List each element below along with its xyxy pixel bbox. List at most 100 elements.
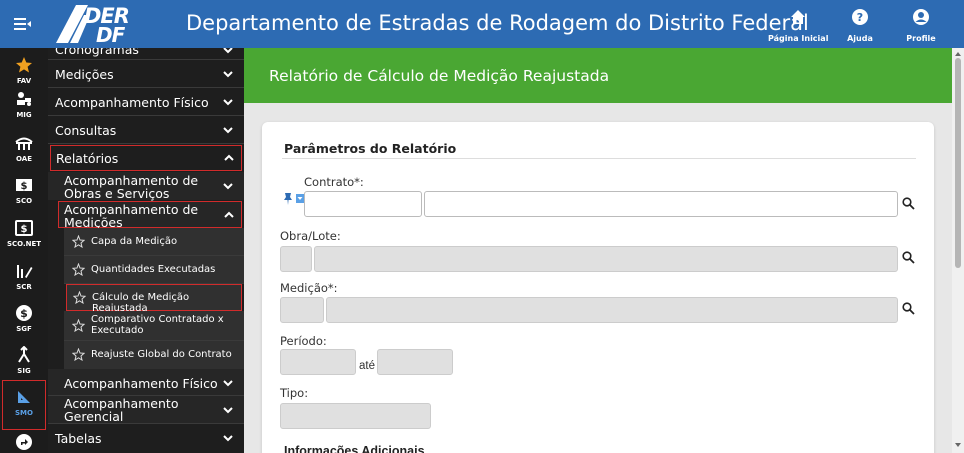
- scroll-up-icon[interactable]: [954, 50, 962, 58]
- chevron-down-icon: [223, 380, 233, 387]
- medicao-label: Medição*:: [280, 281, 338, 295]
- chart-pencil-icon: [17, 265, 33, 278]
- search-icon[interactable]: [902, 251, 915, 264]
- sidebar-menu: Cronogramas Medições Acompanhamento Físi…: [48, 48, 244, 453]
- sidebar-item-acompanhamento-obras[interactable]: Acompanhamento de Obras e Serviços: [48, 172, 244, 200]
- sidebar-item-acompanhamento-medicoes[interactable]: Acompanhamento de Medições: [58, 201, 242, 229]
- app-header: DER DF Departamento de Estradas de Rodag…: [0, 0, 964, 48]
- section-title: Parâmetros do Relatório: [284, 141, 457, 156]
- sidebar-item-relatorios[interactable]: Relatórios: [50, 145, 242, 171]
- chevron-up-icon: [224, 211, 234, 218]
- contrato-code-input[interactable]: [304, 191, 422, 217]
- help-button[interactable]: ? Ajuda: [830, 8, 890, 46]
- scroll-thumb[interactable]: [955, 58, 961, 268]
- svg-text:$: $: [21, 224, 28, 235]
- home-button[interactable]: Página Inicial: [768, 8, 828, 46]
- sidebar-item-medicoes[interactable]: Medições: [48, 60, 244, 88]
- sidebar-item-acompanhamento-fisico-rel[interactable]: Acompanhamento Físico: [48, 369, 244, 396]
- periodo-from-input[interactable]: [280, 349, 356, 375]
- rail-item-sco-net[interactable]: $ SCO.NET: [0, 219, 48, 248]
- page-title: Relatório de Cálculo de Medição Reajusta…: [269, 67, 610, 85]
- chevron-down-icon: [223, 435, 233, 442]
- rail-item-smo[interactable]: SMO: [2, 380, 46, 430]
- additional-info-title: Informações Adicionais: [284, 444, 425, 453]
- chevron-down-icon: [223, 48, 233, 54]
- sidebar-item-capa-medicao[interactable]: Capa da Medição: [64, 228, 244, 256]
- bridge-icon: [15, 137, 33, 150]
- fork-icon: [18, 346, 30, 363]
- chevron-down-icon: [223, 127, 233, 134]
- chevron-down-icon: [223, 183, 233, 190]
- star-outline-icon: [72, 319, 85, 332]
- chevron-down-icon: [223, 407, 233, 414]
- help-icon: ?: [852, 9, 868, 25]
- chevron-up-icon: [224, 154, 234, 161]
- money-icon: $: [16, 179, 32, 192]
- sidebar-item-consultas[interactable]: Consultas: [48, 116, 244, 144]
- rail-item-sco[interactable]: $ SCO: [0, 176, 48, 205]
- svg-text:$: $: [21, 181, 28, 192]
- periodo-to-input[interactable]: [377, 349, 453, 375]
- sidebar-item-quantidades-executadas[interactable]: Quantidades Executadas: [64, 256, 244, 284]
- obra-label: Obra/Lote:: [280, 229, 341, 243]
- contrato-label: Contrato*:: [304, 175, 364, 189]
- svg-text:?: ?: [857, 11, 863, 24]
- rail-item-oae[interactable]: OAE: [0, 134, 48, 163]
- svg-text:$: $: [20, 307, 28, 320]
- truck-icon: [17, 92, 31, 106]
- rail-item-mig[interactable]: MIG: [0, 90, 48, 119]
- page-scrollbar[interactable]: [952, 48, 964, 453]
- app-title: Departamento de Estradas de Rodagem do D…: [186, 11, 809, 35]
- sidebar-item-comparativo[interactable]: Comparativo Contratado x Executado: [64, 311, 244, 341]
- profile-button-label: Profile: [906, 34, 936, 43]
- sidebar-item-acompanhamento-fisico[interactable]: Acompanhamento Físico: [48, 88, 244, 116]
- hamburger-icon[interactable]: [12, 14, 34, 34]
- obra-name-input[interactable]: [314, 246, 898, 272]
- contrato-name-input[interactable]: [424, 191, 898, 217]
- periodo-separator: até: [359, 360, 375, 372]
- chevron-down-icon: [223, 71, 233, 78]
- star-icon: [16, 57, 32, 73]
- tipo-label: Tipo:: [280, 386, 309, 400]
- report-parameters-card: Parâmetros do Relatório Contrato*: Obra/…: [262, 122, 934, 453]
- direction-icon: [16, 434, 32, 450]
- page-banner: Relatório de Cálculo de Medição Reajusta…: [244, 48, 952, 103]
- rail-item-scr[interactable]: SCR: [0, 262, 48, 291]
- logo-text-df: DF: [96, 23, 125, 47]
- pin-icon[interactable]: [282, 192, 306, 206]
- periodo-label: Período:: [280, 334, 327, 348]
- star-outline-icon: [73, 291, 86, 304]
- rail-item-fav[interactable]: FAV: [0, 56, 48, 85]
- sidebar-item-reajuste-global[interactable]: Reajuste Global do Contrato: [64, 341, 244, 369]
- home-button-label: Página Inicial: [768, 34, 829, 43]
- search-icon[interactable]: [902, 302, 915, 315]
- module-rail: FAV MIG OAE $ SCO $ SCO.NET SCR $ SGF SI…: [0, 48, 48, 453]
- section-divider: [282, 158, 916, 159]
- sidebar-item-calculo-medicao-reajustada[interactable]: Cálculo de Medição Reajustada: [66, 284, 242, 314]
- medicao-code-input[interactable]: [280, 297, 324, 323]
- main-content: Relatório de Cálculo de Medição Reajusta…: [244, 48, 952, 453]
- sidebar-item-cronogramas[interactable]: Cronogramas: [48, 48, 244, 60]
- sidebar-item-acompanhamento-gerencial[interactable]: Acompanhamento Gerencial: [48, 396, 244, 424]
- star-outline-icon: [72, 348, 85, 361]
- home-icon: [791, 10, 805, 24]
- rail-item-sgf[interactable]: $ SGF: [0, 304, 48, 333]
- tipo-select[interactable]: [280, 403, 431, 429]
- user-icon: [913, 9, 929, 25]
- chevron-down-icon: [223, 99, 233, 106]
- der-df-logo[interactable]: DER DF: [54, 3, 146, 47]
- scroll-down-icon[interactable]: [954, 441, 962, 449]
- obra-code-input[interactable]: [280, 246, 312, 272]
- rail-item-direction[interactable]: [0, 433, 48, 451]
- dollar-circle-icon: $: [16, 305, 32, 321]
- star-outline-icon: [72, 263, 85, 276]
- medicao-name-input[interactable]: [326, 297, 898, 323]
- money-box-icon: $: [15, 220, 33, 236]
- star-outline-icon: [72, 235, 85, 248]
- help-button-label: Ajuda: [847, 34, 873, 43]
- sidebar-item-tabelas[interactable]: Tabelas: [48, 425, 244, 453]
- profile-button[interactable]: Profile: [891, 8, 951, 46]
- ruler-triangle-icon: [18, 391, 30, 403]
- search-icon[interactable]: [902, 197, 915, 210]
- rail-item-sig[interactable]: SIG: [0, 346, 48, 375]
